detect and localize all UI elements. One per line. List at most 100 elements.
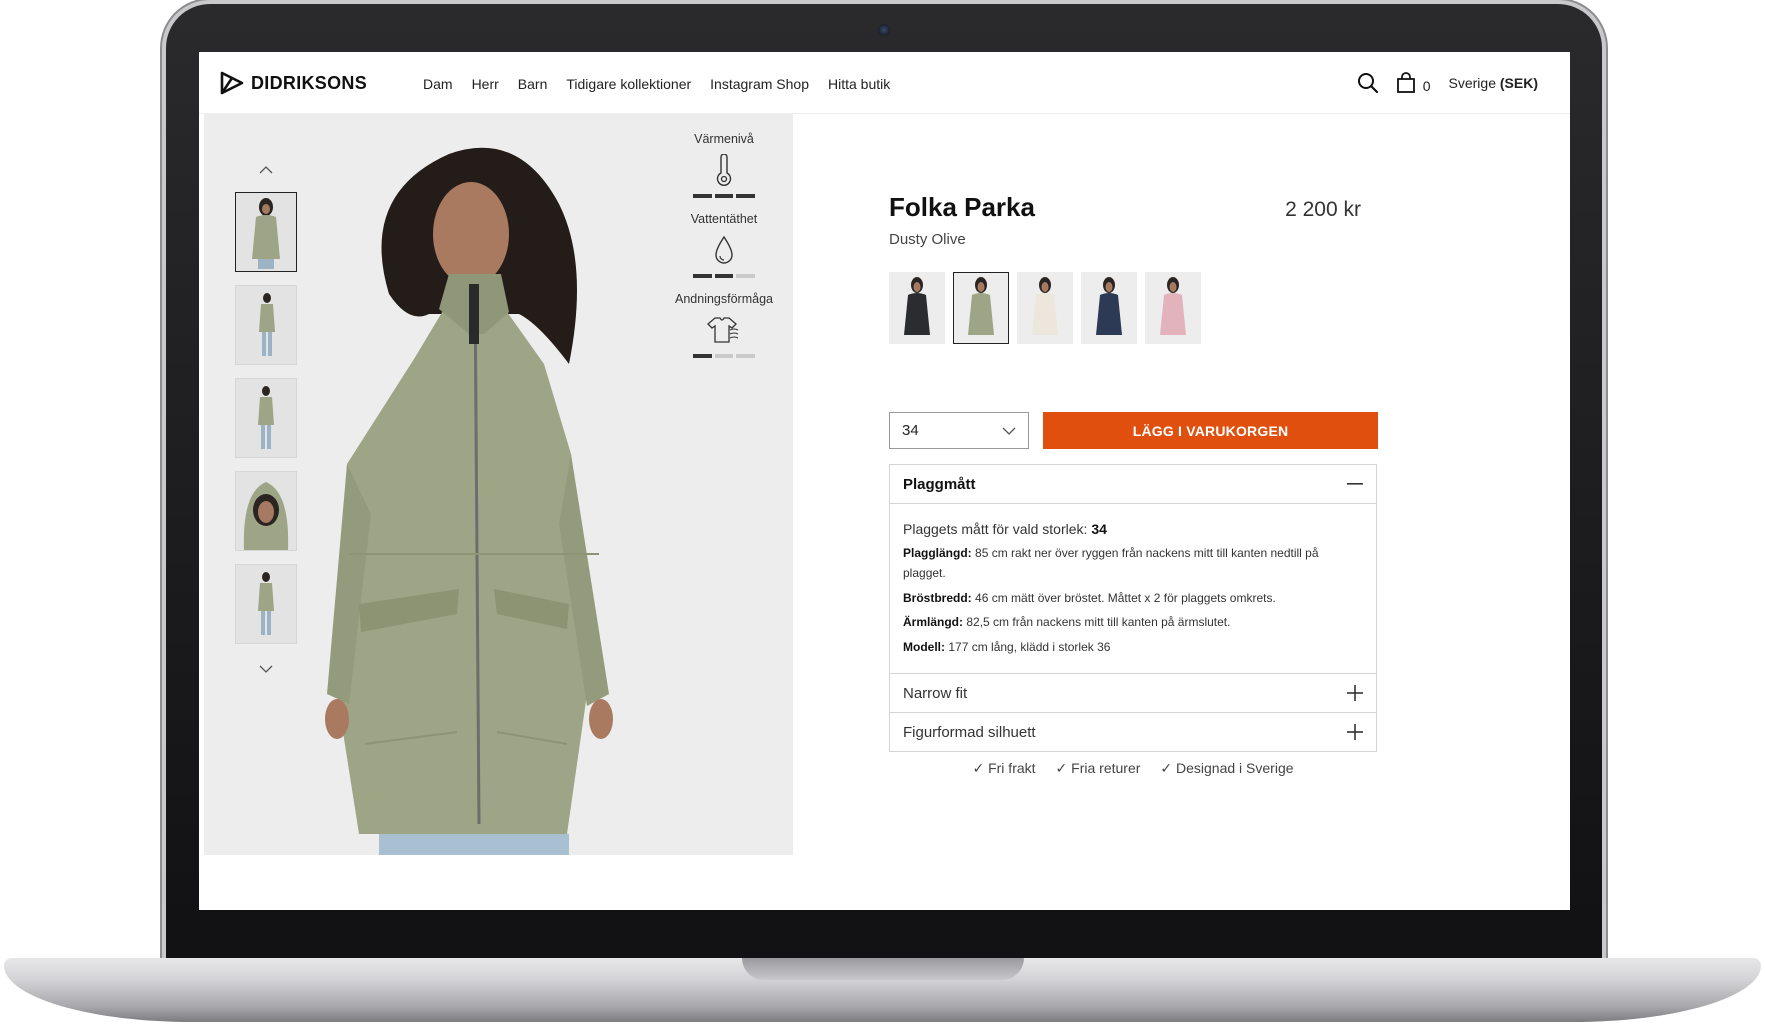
lead-value: 34 xyxy=(1091,521,1107,537)
meter-segment xyxy=(714,194,734,198)
water-drop-icon xyxy=(715,235,733,264)
size-value: 34 xyxy=(902,422,919,439)
chevron-down-icon xyxy=(1002,427,1016,435)
chevron-down-icon xyxy=(259,665,273,673)
locale-selector[interactable]: Sverige (SEK) xyxy=(1449,75,1538,91)
thumbnail-image xyxy=(243,482,289,550)
color-swatch[interactable] xyxy=(953,272,1009,344)
breathable-shirt-icon xyxy=(707,317,739,343)
thumbnail[interactable] xyxy=(235,471,297,551)
swatch-image xyxy=(1096,277,1122,335)
nav-item-hitta-butik[interactable]: Hitta butik xyxy=(828,76,890,92)
minus-icon xyxy=(1347,483,1363,485)
size-select[interactable]: 34 xyxy=(889,412,1029,449)
nav-item-herr[interactable]: Herr xyxy=(472,76,499,92)
thumbnail[interactable] xyxy=(235,378,297,458)
logo-icon xyxy=(220,71,244,95)
feature-breathability: Andningsförmåga xyxy=(669,292,779,358)
thumbnail-image xyxy=(252,198,280,269)
measurement-label: Modell: xyxy=(903,640,945,655)
nav-item-tidigare-kollektioner[interactable]: Tidigare kollektioner xyxy=(566,76,691,92)
product-title: Folka Parka xyxy=(889,192,1035,222)
header-actions: 0 Sverige (SEK) xyxy=(1355,70,1538,96)
meter-segment xyxy=(736,274,756,278)
breathability-meter xyxy=(693,354,756,358)
accordion-label: Figurformad silhuett xyxy=(903,723,1036,741)
nav-item-dam[interactable]: Dam xyxy=(423,76,453,92)
search-icon xyxy=(1357,73,1378,94)
measurement-text: 46 cm mätt över bröstet. Måttet x 2 för … xyxy=(975,590,1276,605)
usp-designed-in-sweden: ✓ Designad i Sverige xyxy=(1160,760,1294,776)
color-swatch[interactable] xyxy=(1145,272,1201,344)
thumbnail-gallery xyxy=(235,158,297,681)
meter-segment xyxy=(714,274,734,278)
product-info: Folka Parka 2 200 kr Dusty Olive xyxy=(889,192,1361,344)
nav-item-barn[interactable]: Barn xyxy=(518,76,548,92)
measurement-text: 82,5 cm från nackens mitt till kanten på… xyxy=(966,615,1231,630)
meter-segment xyxy=(693,354,712,358)
accordion-label: Narrow fit xyxy=(903,684,968,702)
search-button[interactable] xyxy=(1355,70,1381,96)
browser-screen: DIDRIKSONS Dam Herr Barn Tidigare kollek… xyxy=(199,52,1570,910)
feature-waterproofness: Vattentäthet xyxy=(669,212,779,278)
color-swatch[interactable] xyxy=(1081,272,1137,344)
feature-ratings: Värmenivå Vattentäthet Andningsförmåga xyxy=(669,132,779,372)
thumbnail-image xyxy=(259,293,275,356)
brand-name: DIDRIKSONS xyxy=(251,72,368,93)
product-main-image xyxy=(325,147,613,855)
usp-free-shipping: ✓ Fri frakt xyxy=(972,760,1036,776)
meter-segment xyxy=(693,194,712,198)
site-header: DIDRIKSONS Dam Herr Barn Tidigare kollek… xyxy=(199,52,1570,114)
laptop-screen-bottom xyxy=(166,910,1602,960)
measurement-row: Plagglängd: 85 cm rakt ner över ryggen f… xyxy=(903,544,1363,584)
warmth-meter xyxy=(693,194,756,198)
thumbnail[interactable] xyxy=(235,192,297,272)
cart-count: 0 xyxy=(1422,78,1431,94)
waterproofness-meter xyxy=(693,274,756,278)
feature-label: Vattentäthet xyxy=(690,212,758,226)
swatch-image xyxy=(1032,277,1058,335)
feature-warmth: Värmenivå xyxy=(669,132,779,198)
measurements-lead: Plaggets mått för vald storlek: 34 xyxy=(903,518,1363,541)
meter-segment xyxy=(736,354,756,358)
accordion-narrow-fit[interactable]: Narrow fit xyxy=(890,673,1376,712)
measurements-header[interactable]: Plaggmått xyxy=(890,465,1376,504)
thumbnail[interactable] xyxy=(235,285,297,365)
measurement-row: Modell: 177 cm lång, klädd i storlek 36 xyxy=(903,638,1363,658)
thumbnail-down-button[interactable] xyxy=(235,657,297,681)
buy-row: 34 LÄGG I VARUKORGEN xyxy=(889,412,1378,449)
product-accordion: Plaggmått Plaggets mått för vald storlek… xyxy=(889,464,1377,753)
plus-icon xyxy=(1347,685,1363,702)
chevron-up-icon xyxy=(259,166,273,174)
measurement-label: Plagglängd: xyxy=(903,546,972,561)
nav-item-instagram-shop[interactable]: Instagram Shop xyxy=(710,76,809,92)
meter-segment xyxy=(736,194,756,198)
measurement-label: Ärmlängd: xyxy=(903,615,963,630)
color-swatches xyxy=(889,272,1361,344)
swatch-image xyxy=(904,277,930,335)
color-swatch[interactable] xyxy=(1017,272,1073,344)
add-to-cart-button[interactable]: LÄGG I VARUKORGEN xyxy=(1043,412,1378,449)
thumbnail[interactable] xyxy=(235,564,297,644)
main-nav: Dam Herr Barn Tidigare kollektioner Inst… xyxy=(423,76,909,92)
measurements-body: Plaggets mått för vald storlek: 34 Plagg… xyxy=(890,504,1376,673)
usp-free-returns: ✓ Fria returer xyxy=(1055,760,1141,776)
measurement-row: Bröstbredd: 46 cm mätt över bröstet. Måt… xyxy=(903,589,1363,609)
accordion-figurformad-silhuett[interactable]: Figurformad silhuett xyxy=(890,712,1376,751)
laptop-notch xyxy=(742,958,1024,980)
thermometer-icon xyxy=(716,154,732,186)
plus-icon xyxy=(1347,724,1363,741)
swatch-image xyxy=(968,277,994,335)
feature-label: Andningsförmåga xyxy=(675,292,773,306)
lead-label: Plaggets mått för vald storlek: xyxy=(903,521,1088,537)
thumbnail-up-button[interactable] xyxy=(235,158,297,182)
cart-button[interactable] xyxy=(1393,70,1419,96)
meter-segment xyxy=(714,354,734,358)
measurement-label: Bröstbredd: xyxy=(903,590,972,605)
brand-logo[interactable]: DIDRIKSONS xyxy=(219,70,367,96)
product-media: Värmenivå Vattentäthet Andningsförmåga xyxy=(204,114,793,855)
product-price: 2 200 kr xyxy=(1285,198,1361,221)
color-swatch[interactable] xyxy=(889,272,945,344)
locale-currency: (SEK) xyxy=(1499,75,1538,91)
swatch-image xyxy=(1160,277,1186,335)
